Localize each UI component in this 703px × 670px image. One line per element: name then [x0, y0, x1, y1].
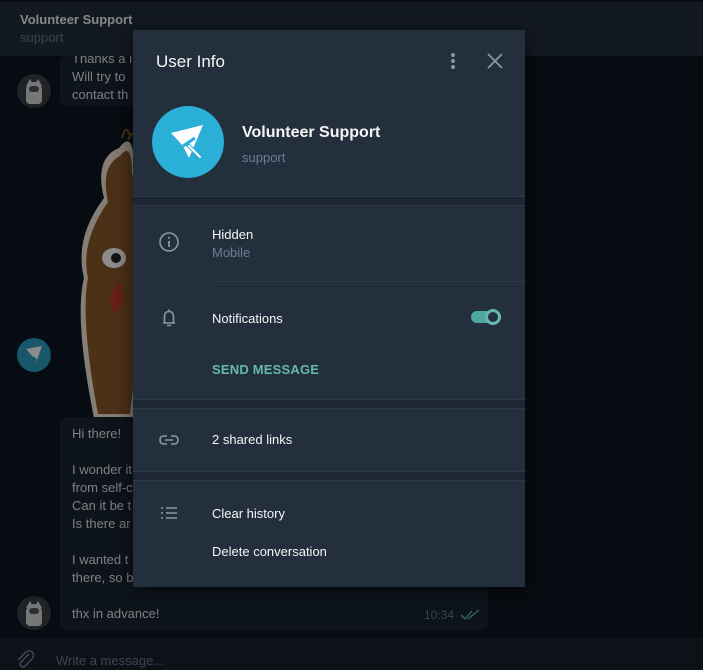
info-icon: [159, 232, 179, 252]
more-vertical-icon[interactable]: [443, 50, 463, 72]
clear-history-button[interactable]: Clear history: [212, 505, 285, 523]
profile-status: support: [242, 150, 286, 165]
dialog-header: User Info: [133, 30, 525, 94]
profile-name: Volunteer Support: [242, 124, 381, 141]
list-icon: [161, 507, 177, 519]
shared-links-button[interactable]: 2 shared links: [212, 431, 292, 449]
profile-avatar[interactable]: [152, 106, 224, 178]
shared-links-section: 2 shared links: [133, 409, 525, 471]
notifications-label: Notifications: [212, 311, 283, 326]
send-message-button[interactable]: SEND MESSAGE: [212, 361, 319, 379]
close-icon[interactable]: [484, 50, 506, 72]
profile-section: Volunteer Support support: [133, 94, 525, 196]
info-title: Hidden: [212, 227, 254, 242]
section-divider: [133, 471, 525, 481]
info-section: Hidden Mobile Notifications SEND MESSAGE: [133, 206, 525, 399]
notifications-toggle[interactable]: [471, 309, 501, 325]
info-subtitle: Mobile: [212, 245, 251, 260]
section-divider: [133, 399, 525, 409]
actions-section: Clear history Delete conversation: [133, 481, 525, 581]
delete-conversation-button[interactable]: Delete conversation: [212, 543, 327, 561]
section-divider: [133, 196, 525, 206]
link-icon: [159, 435, 179, 445]
row-separator: [212, 281, 525, 282]
user-info-dialog: User Info Volunteer Support support Hidd…: [133, 30, 525, 587]
bell-icon: [163, 309, 175, 327]
dialog-title: User Info: [156, 52, 225, 71]
